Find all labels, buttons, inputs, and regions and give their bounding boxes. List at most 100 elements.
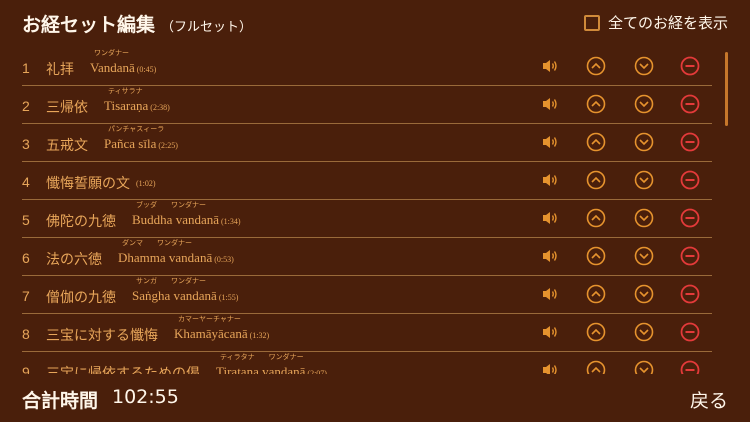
show-all-label: 全てのお経を表示	[607, 14, 728, 32]
speaker-icon[interactable]	[540, 322, 560, 342]
item-ruby: パンチャスィーラ	[108, 125, 165, 133]
speaker-icon[interactable]	[540, 284, 560, 304]
list-item[interactable]: 1 礼拝 ワンダナー Vandanā (0:45)	[0, 48, 750, 86]
chevron-down-icon[interactable]	[634, 132, 654, 152]
minus-circle-icon[interactable]	[680, 322, 700, 342]
item-number: 4	[22, 174, 30, 190]
list-item[interactable]: 5 佛陀の九徳 ブッダ ワンダナー Buddha vandanā (1:34)	[0, 200, 750, 238]
list-item[interactable]: 3 五戒文 パンチャスィーラ Pañca sīla (2:25)	[0, 124, 750, 162]
item-japanese-name: 礼拝	[46, 62, 74, 78]
sutra-list[interactable]: 1 礼拝 ワンダナー Vandanā (0:45) 2 三帰依 ティサラナ Tisaraṇa (2…	[0, 48, 750, 374]
chevron-up-icon[interactable]	[586, 132, 606, 152]
item-ruby: ブッダ ワンダナー	[136, 201, 206, 209]
item-japanese-name: 五戒文	[46, 138, 88, 154]
item-japanese-name: 法の六徳	[46, 252, 102, 268]
item-ruby: カマーヤーチャナー	[178, 315, 241, 323]
minus-circle-icon[interactable]	[680, 208, 700, 228]
total-time-label: 合計時間	[22, 390, 99, 412]
chevron-up-icon[interactable]	[586, 94, 606, 114]
item-pali-name: Buddha vandanā (1:34)	[132, 212, 241, 228]
page-title: お経セット編集 （フルセット）	[22, 10, 252, 37]
show-all-checkbox[interactable]	[583, 14, 600, 31]
item-duration: (1:55)	[218, 293, 239, 302]
item-duration: (2:38)	[150, 103, 170, 112]
item-number: 9	[22, 364, 30, 374]
speaker-icon[interactable]	[540, 56, 560, 76]
chevron-up-icon[interactable]	[586, 284, 606, 304]
chevron-up-icon[interactable]	[586, 170, 606, 190]
show-all-toggle[interactable]: 全てのお経を表示	[583, 12, 728, 33]
minus-circle-icon[interactable]	[680, 94, 700, 114]
item-ruby: サンガ ワンダナー	[136, 277, 206, 285]
chevron-down-icon[interactable]	[634, 322, 654, 342]
item-japanese-name: 僧伽の九徳	[46, 290, 116, 306]
chevron-up-icon[interactable]	[586, 360, 606, 374]
list-item[interactable]: 2 三帰依 ティサラナ Tisaraṇa (2:38)	[0, 86, 750, 124]
total-time-value: 102:55	[112, 386, 179, 408]
chevron-up-icon[interactable]	[586, 246, 606, 266]
chevron-down-icon[interactable]	[634, 246, 654, 266]
scrollbar[interactable]	[725, 52, 728, 126]
item-pali-name: Saṅgha vandanā (1:55)	[132, 288, 238, 304]
chevron-up-icon[interactable]	[586, 56, 606, 76]
item-ruby: ワンダナー	[94, 49, 129, 57]
item-number: 2	[22, 98, 30, 114]
speaker-icon[interactable]	[540, 246, 560, 266]
item-japanese-name: 三宝に帰依するための偈	[46, 366, 200, 374]
chevron-down-icon[interactable]	[634, 170, 654, 190]
item-japanese-name: 懺悔誓願の文	[46, 176, 130, 192]
item-pali-text: Tisaraṇa	[104, 98, 149, 113]
item-duration: (0:45)	[136, 65, 157, 74]
item-number: 6	[22, 250, 30, 266]
minus-circle-icon[interactable]	[680, 132, 700, 152]
minus-circle-icon[interactable]	[680, 360, 700, 374]
speaker-icon[interactable]	[540, 170, 560, 190]
item-duration: (0:53)	[214, 255, 234, 264]
item-ruby: ティラタナ ワンダナー	[220, 353, 304, 361]
chevron-up-icon[interactable]	[586, 322, 606, 342]
list-item[interactable]: 6 法の六徳 ダンマ ワンダナー Dhamma vandanā (0:53)	[0, 238, 750, 276]
item-pali-text: Buddha vandanā	[132, 212, 220, 227]
list-item[interactable]: 9 三宝に帰依するための偈 ティラタナ ワンダナー Tiratana vandanā(…	[0, 352, 750, 374]
item-pali-text: Dhamma vandanā	[118, 250, 213, 265]
speaker-icon[interactable]	[540, 360, 560, 374]
item-pali-name: (1:02)	[134, 174, 156, 190]
back-button[interactable]: 戻る	[690, 386, 728, 413]
chevron-up-icon[interactable]	[586, 208, 606, 228]
minus-circle-icon[interactable]	[680, 56, 700, 76]
item-japanese-name: 三帰依	[46, 100, 88, 116]
item-pali-name: Pañca sīla (2:25)	[104, 136, 178, 152]
list-item[interactable]: 7 僧伽の九徳 サンガ ワンダナー Saṅgha vandanā (1:55)	[0, 276, 750, 314]
speaker-icon[interactable]	[540, 94, 560, 114]
item-number: 1	[22, 60, 30, 76]
item-pali-name: Tisaraṇa (2:38)	[104, 98, 170, 114]
list-item[interactable]: 8 三宝に対する懺悔 カマーヤーチャナー Khamāyācanā (1:32)	[0, 314, 750, 352]
minus-circle-icon[interactable]	[680, 284, 700, 304]
item-japanese-name: 佛陀の九徳	[46, 214, 116, 230]
item-number: 3	[22, 136, 30, 152]
item-pali-name: Vandanā (0:45)	[90, 60, 156, 76]
chevron-down-icon[interactable]	[634, 208, 654, 228]
header: お経セット編集 （フルセット） 全てのお経を表示	[0, 0, 750, 48]
speaker-icon[interactable]	[540, 132, 560, 152]
item-pali-text: Saṅgha vandanā	[132, 288, 217, 303]
speaker-icon[interactable]	[540, 208, 560, 228]
chevron-down-icon[interactable]	[634, 284, 654, 304]
minus-circle-icon[interactable]	[680, 246, 700, 266]
item-ruby: ティサラナ	[108, 87, 143, 95]
footer: 合計時間 102:55 戻る	[0, 374, 750, 422]
item-duration: (1:02)	[136, 179, 156, 188]
item-pali-text: Tiratana vandanā	[216, 364, 306, 374]
item-pali-text: Pañca sīla	[104, 136, 157, 151]
list-item[interactable]: 4 懺悔誓願の文 (1:02)	[0, 162, 750, 200]
chevron-down-icon[interactable]	[634, 56, 654, 76]
chevron-down-icon[interactable]	[634, 94, 654, 114]
item-number: 8	[22, 326, 30, 342]
item-pali-text: Vandanā	[90, 60, 135, 75]
item-duration: (1:32)	[249, 331, 270, 340]
item-pali-name: Khamāyācanā (1:32)	[174, 326, 269, 342]
title-subtitle: （フルセット）	[161, 20, 253, 35]
minus-circle-icon[interactable]	[680, 170, 700, 190]
chevron-down-icon[interactable]	[634, 360, 654, 374]
title-text: お経セット編集	[22, 14, 156, 36]
